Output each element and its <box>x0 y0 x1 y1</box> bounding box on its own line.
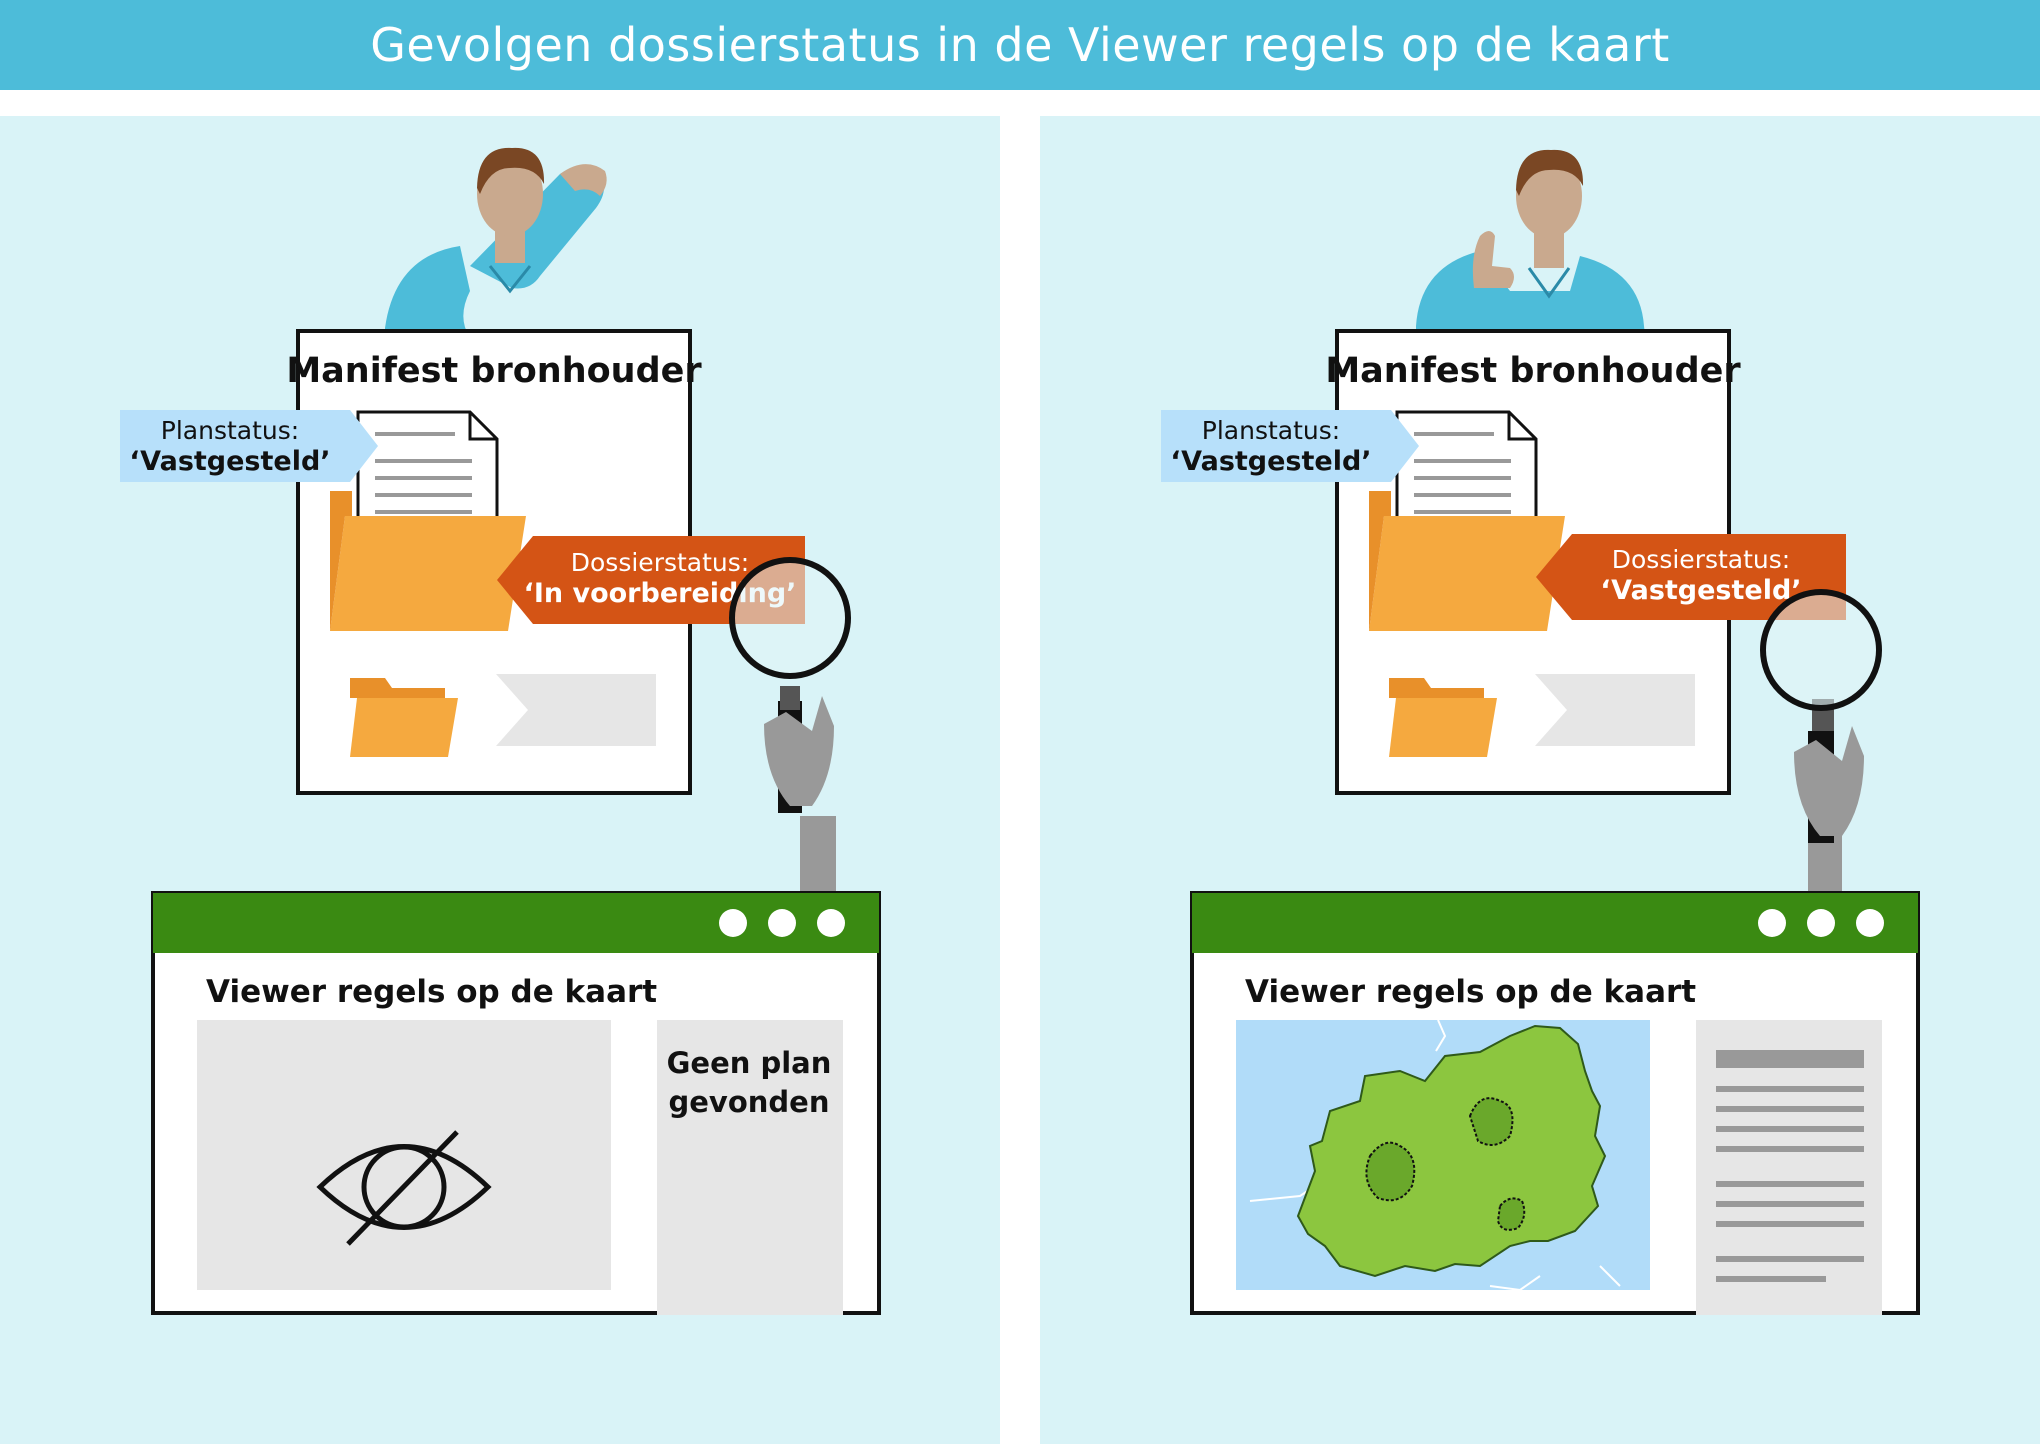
window-dot-3[interactable] <box>1856 909 1884 937</box>
window-dot-2[interactable] <box>768 909 796 937</box>
viewer-title: Viewer regels op de kaart <box>206 974 657 1010</box>
panel-dossier-in-voorbereiding: Manifest bronhouder Planstatus: ‘Vastges… <box>0 116 1000 1444</box>
dossierstatus-label: Dossierstatus: <box>571 548 749 577</box>
planstatus-value: ‘Vastgesteld’ <box>129 446 330 477</box>
planstatus-value: ‘Vastgesteld’ <box>1170 446 1371 477</box>
planstatus-tag: Planstatus: ‘Vastgesteld’ <box>1161 410 1419 482</box>
folder-small-icon <box>350 678 458 757</box>
viewer-window: Viewer regels op de kaart Geen plan gevo… <box>151 891 881 1315</box>
municipality-map-icon[interactable] <box>1236 1019 1650 1292</box>
window-dot-1[interactable] <box>719 909 747 937</box>
dossierstatus-value: ‘Vastgesteld’ <box>1600 575 1801 606</box>
left-diagram: Manifest bronhouder Planstatus: ‘Vastges… <box>120 147 881 1315</box>
text-panel <box>1696 1020 1882 1315</box>
right-diagram: Manifest bronhouder Planstatus: ‘Vastges… <box>1161 149 1920 1315</box>
manifest-title: Manifest bronhouder <box>1325 351 1741 391</box>
magnifier-icon <box>1760 589 1882 894</box>
page-title: Gevolgen dossierstatus in de Viewer rege… <box>0 0 2040 90</box>
manifest-title: Manifest bronhouder <box>286 351 702 391</box>
map-area-empty <box>197 1020 611 1290</box>
viewer-title: Viewer regels op de kaart <box>1245 974 1696 1010</box>
planstatus-tag: Planstatus: ‘Vastgesteld’ <box>120 410 378 482</box>
planstatus-label: Planstatus: <box>1202 416 1340 445</box>
folder-small-icon <box>1389 678 1497 757</box>
no-plan-line1: Geen plan <box>667 1046 832 1080</box>
document-icon <box>356 410 499 528</box>
magnifier-icon <box>729 557 851 896</box>
no-plan-line2: gevonden <box>669 1085 830 1119</box>
document-icon <box>1395 410 1538 528</box>
dossierstatus-label: Dossierstatus: <box>1612 545 1790 574</box>
window-dot-2[interactable] <box>1807 909 1835 937</box>
viewer-window: Viewer regels op de kaart <box>1190 891 1920 1315</box>
panel-dossier-vastgesteld: Manifest bronhouder Planstatus: ‘Vastges… <box>1040 116 2040 1444</box>
window-dot-3[interactable] <box>817 909 845 937</box>
planstatus-label: Planstatus: <box>161 416 299 445</box>
window-dot-1[interactable] <box>1758 909 1786 937</box>
